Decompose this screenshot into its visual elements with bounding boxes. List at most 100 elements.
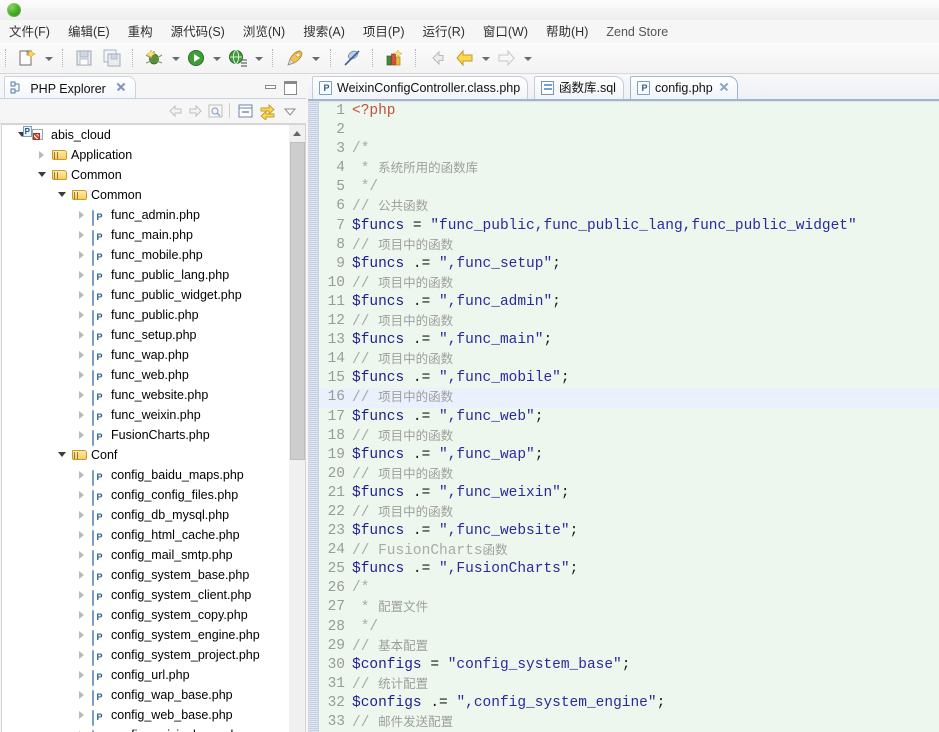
run-button[interactable] bbox=[185, 47, 207, 69]
code-line[interactable]: 10 // 项目中的函数 bbox=[319, 274, 939, 293]
next-edit-button[interactable] bbox=[495, 47, 517, 69]
expand-arrow-right-icon[interactable] bbox=[78, 611, 86, 619]
tree-item[interactable]: config_db_mysql.php bbox=[2, 505, 290, 526]
expand-arrow-right-icon[interactable] bbox=[78, 571, 86, 579]
view-menu-button[interactable] bbox=[281, 102, 300, 120]
tree-item[interactable]: config_system_base.php bbox=[2, 565, 290, 586]
code-line[interactable]: 33 // 邮件发送配置 bbox=[319, 713, 939, 732]
expand-arrow-right-icon[interactable] bbox=[78, 631, 86, 639]
expand-arrow-down-icon[interactable] bbox=[38, 171, 46, 179]
back-button[interactable] bbox=[426, 47, 448, 69]
menu-run[interactable]: 运行(R) bbox=[414, 20, 474, 42]
expand-arrow-down-icon[interactable] bbox=[58, 191, 66, 199]
project-tree[interactable]: abis_cloud Application Common Common func_ad… bbox=[1, 124, 290, 732]
editor-tab-1[interactable]: WeixinConfigController.class.php bbox=[312, 76, 529, 100]
code-line[interactable]: 22 // 项目中的函数 bbox=[319, 503, 939, 522]
debug-dropdown[interactable] bbox=[170, 47, 181, 69]
code-line[interactable]: 13 $funcs .= ",func_main"; bbox=[319, 331, 939, 350]
run-external-button[interactable] bbox=[227, 47, 249, 69]
menu-navigate[interactable]: 浏览(N) bbox=[234, 20, 294, 42]
new-file-button[interactable] bbox=[16, 47, 38, 69]
link-with-editor-button[interactable] bbox=[258, 102, 277, 121]
code-line[interactable]: 11 $funcs .= ",func_admin"; bbox=[319, 293, 939, 312]
code-line[interactable]: 6 // 公共函数 bbox=[319, 197, 939, 216]
tree-item[interactable]: FusionCharts.php bbox=[2, 425, 290, 446]
minimize-view-button[interactable] bbox=[262, 80, 278, 94]
code-line[interactable]: 23 $funcs .= ",func_website"; bbox=[319, 522, 939, 541]
tree-item[interactable]: func_setup.php bbox=[2, 325, 290, 346]
expand-arrow-right-icon[interactable] bbox=[78, 431, 86, 439]
code-line[interactable]: 19 $funcs .= ",func_wap"; bbox=[319, 446, 939, 465]
tree-vertical-scrollbar[interactable] bbox=[289, 124, 306, 732]
close-icon[interactable] bbox=[718, 81, 730, 93]
menu-refactor[interactable]: 重构 bbox=[119, 20, 162, 42]
zend-deploy-dropdown[interactable] bbox=[310, 47, 321, 69]
tree-item[interactable]: func_wap.php bbox=[2, 345, 290, 366]
tree-item[interactable]: config_system_copy.php bbox=[2, 605, 290, 626]
expand-arrow-right-icon[interactable] bbox=[78, 371, 86, 379]
menu-edit[interactable]: 编辑(E) bbox=[59, 20, 119, 42]
tree-item[interactable]: func_web.php bbox=[2, 365, 290, 386]
code-line[interactable]: 7 $funcs = "func_public,func_public_lang,… bbox=[319, 217, 939, 236]
expand-arrow-right-icon[interactable] bbox=[78, 211, 86, 219]
tree-item[interactable]: abis_cloud bbox=[2, 125, 290, 145]
menu-project[interactable]: 项目(P) bbox=[354, 20, 414, 42]
expand-arrow-right-icon[interactable] bbox=[78, 331, 86, 339]
tree-item[interactable]: func_public_lang.php bbox=[2, 265, 290, 286]
menu-help[interactable]: 帮助(H) bbox=[537, 20, 597, 42]
expand-arrow-right-icon[interactable] bbox=[78, 531, 86, 539]
previous-edit-button[interactable] bbox=[454, 47, 476, 69]
code-line[interactable]: 26 /* bbox=[319, 579, 939, 598]
expand-arrow-right-icon[interactable] bbox=[78, 291, 86, 299]
forward-nav-button[interactable] bbox=[186, 102, 205, 120]
expand-arrow-right-icon[interactable] bbox=[78, 591, 86, 599]
tree-item[interactable]: Conf bbox=[2, 445, 290, 465]
code-line[interactable]: 24 // FusionCharts函数 bbox=[319, 541, 939, 560]
tree-item[interactable]: func_admin.php bbox=[2, 205, 290, 226]
tree-item[interactable]: config_system_engine.php bbox=[2, 625, 290, 646]
code-line[interactable]: 4 * 系统所用的函数库 bbox=[319, 159, 939, 178]
scroll-up-arrow-icon[interactable] bbox=[289, 125, 304, 141]
menu-file[interactable]: 文件(F) bbox=[0, 20, 59, 42]
editor-body[interactable]: 1 <?php 2 3/* 4 * 系统所用的函数库 5 */6// 公共函数 7 $func… bbox=[308, 101, 939, 732]
expand-arrow-right-icon[interactable] bbox=[78, 651, 86, 659]
menu-source[interactable]: 源代码(S) bbox=[162, 20, 234, 42]
zend-deploy-button[interactable] bbox=[284, 47, 306, 69]
code-line[interactable]: 1 <?php bbox=[319, 102, 939, 121]
code-line[interactable]: 25 $funcs .= ",FusionCharts"; bbox=[319, 560, 939, 579]
expand-arrow-right-icon[interactable] bbox=[38, 151, 46, 159]
code-line[interactable]: 8 // 项目中的函数 bbox=[319, 236, 939, 255]
tree-item[interactable]: config_baidu_maps.php bbox=[2, 465, 290, 486]
code-line[interactable]: 18 // 项目中的函数 bbox=[319, 427, 939, 446]
expand-arrow-right-icon[interactable] bbox=[78, 351, 86, 359]
next-edit-dropdown[interactable] bbox=[522, 47, 533, 69]
tree-item[interactable]: func_weixin.php bbox=[2, 405, 290, 426]
home-nav-button[interactable] bbox=[206, 102, 225, 120]
expand-arrow-right-icon[interactable] bbox=[78, 711, 86, 719]
code-line[interactable]: 32 $configs .= ",config_system_engine"; bbox=[319, 694, 939, 713]
source-code[interactable]: 1 <?php 2 3/* 4 * 系统所用的函数库 5 */6// 公共函数 7 $func… bbox=[319, 102, 939, 732]
tree-item[interactable]: config_html_cache.php bbox=[2, 525, 290, 546]
code-line[interactable]: 27 * 配置文件 bbox=[319, 598, 939, 617]
code-line[interactable]: 16 // 项目中的函数 bbox=[319, 388, 939, 408]
tree-item[interactable]: config_web_base.php bbox=[2, 705, 290, 726]
code-line[interactable]: 29 // 基本配置 bbox=[319, 637, 939, 656]
tree-item[interactable]: func_public_widget.php bbox=[2, 285, 290, 306]
expand-arrow-right-icon[interactable] bbox=[78, 251, 86, 259]
code-line[interactable]: 9 $funcs .= ",func_setup"; bbox=[319, 255, 939, 274]
back-nav-button[interactable] bbox=[166, 102, 185, 120]
expand-arrow-right-icon[interactable] bbox=[78, 551, 86, 559]
tree-item[interactable]: func_public.php bbox=[2, 305, 290, 326]
code-line[interactable]: 5 */ bbox=[319, 178, 939, 197]
editor-tab-3[interactable]: config.php bbox=[630, 76, 738, 100]
save-button[interactable] bbox=[73, 47, 95, 69]
save-all-button[interactable] bbox=[101, 47, 123, 69]
code-line[interactable]: 15 $funcs .= ",func_mobile"; bbox=[319, 369, 939, 388]
maximize-view-button[interactable] bbox=[282, 80, 298, 95]
expand-arrow-right-icon[interactable] bbox=[78, 231, 86, 239]
collapse-all-button[interactable] bbox=[236, 102, 255, 120]
expand-arrow-right-icon[interactable] bbox=[78, 391, 86, 399]
new-file-dropdown[interactable] bbox=[43, 47, 54, 69]
tree-item[interactable]: config_wap_base.php bbox=[2, 685, 290, 706]
tree-item[interactable]: Application bbox=[2, 145, 290, 165]
